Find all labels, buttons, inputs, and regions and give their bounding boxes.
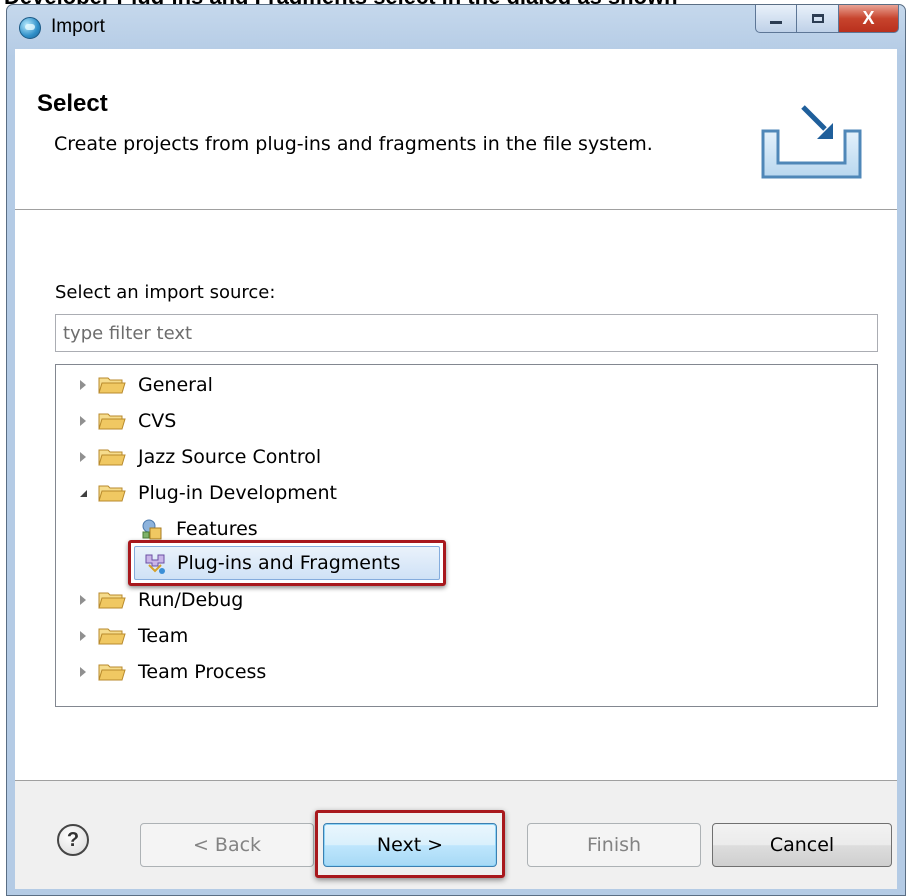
tree-item-label: Features	[176, 518, 258, 540]
close-button[interactable]: X	[839, 5, 899, 33]
tree-item-team[interactable]: Team	[76, 619, 188, 653]
tree-item-label: Team Process	[138, 661, 267, 683]
collapse-arrow-icon[interactable]	[76, 486, 90, 500]
maximize-icon	[811, 14, 824, 23]
finish-button[interactable]: Finish	[527, 823, 701, 867]
features-icon	[142, 519, 162, 540]
title-bar[interactable]: Import X	[7, 5, 905, 49]
tree-item-label: General	[138, 374, 213, 396]
plugins-icon	[145, 554, 165, 574]
expand-arrow-icon[interactable]	[76, 593, 90, 607]
filter-text-input[interactable]	[55, 314, 878, 352]
minimize-icon	[770, 21, 782, 24]
tree-item-general[interactable]: General	[76, 368, 213, 402]
expand-arrow-icon[interactable]	[76, 665, 90, 679]
tree-item-label: Run/Debug	[138, 589, 244, 611]
wizard-page-title: Select	[37, 90, 108, 117]
tree-item-label: CVS	[138, 410, 177, 432]
back-button[interactable]: < Back	[140, 823, 314, 867]
expand-arrow-icon[interactable]	[76, 629, 90, 643]
tree-item-cvs[interactable]: CVS	[76, 404, 176, 438]
minimize-button[interactable]	[755, 5, 797, 33]
import-source-tree[interactable]: General CVS Jazz Source Control Plug-in …	[55, 364, 878, 707]
next-button[interactable]: Next >	[323, 823, 497, 867]
tree-item-label: Plug-in Development	[138, 482, 337, 504]
tree-item-plugins-and-fragments-highlight[interactable]: Plug-ins and Fragments	[128, 540, 446, 586]
tree-item-run-debug[interactable]: Run/Debug	[76, 583, 243, 617]
folder-icon	[98, 664, 126, 681]
cancel-button[interactable]: Cancel	[712, 823, 892, 867]
close-icon: X	[862, 8, 875, 28]
tree-item-team-process[interactable]: Team Process	[76, 655, 266, 689]
tree-item-jazz-source-control[interactable]: Jazz Source Control	[76, 440, 321, 474]
open-folder-icon	[98, 485, 126, 502]
import-banner-icon	[761, 105, 862, 179]
folder-icon	[98, 628, 126, 645]
dialog-client-area: Select Create projects from plug-ins and…	[15, 49, 897, 889]
wizard-header: Select Create projects from plug-ins and…	[15, 49, 897, 210]
help-icon[interactable]: ?	[57, 824, 89, 856]
tree-item-label: Jazz Source Control	[138, 446, 322, 468]
eclipse-app-icon	[19, 17, 41, 39]
window-title: Import	[51, 16, 105, 37]
tree-item-label: Team	[138, 625, 189, 647]
window-controls: X	[755, 5, 899, 33]
import-source-label: Select an import source:	[55, 282, 276, 303]
wizard-button-bar: ? < Back Next > Finish Cancel	[15, 781, 897, 889]
expand-arrow-icon[interactable]	[76, 414, 90, 428]
tree-item-plugins-and-fragments[interactable]: Plug-ins and Fragments	[134, 546, 440, 580]
tree-item-label: Plug-ins and Fragments	[177, 552, 401, 574]
maximize-button[interactable]	[797, 5, 839, 33]
expand-arrow-icon[interactable]	[76, 378, 90, 392]
folder-icon	[98, 449, 126, 466]
wizard-body: Select an import source: General CVS Jaz…	[15, 210, 897, 781]
folder-icon	[98, 377, 126, 394]
expand-arrow-icon[interactable]	[76, 450, 90, 464]
tree-item-plugin-development[interactable]: Plug-in Development	[76, 476, 337, 510]
import-dialog: Import X Select Create projects from plu…	[6, 4, 906, 896]
wizard-page-description: Create projects from plug-ins and fragme…	[54, 133, 653, 155]
folder-icon	[98, 592, 126, 609]
folder-icon	[98, 413, 126, 430]
